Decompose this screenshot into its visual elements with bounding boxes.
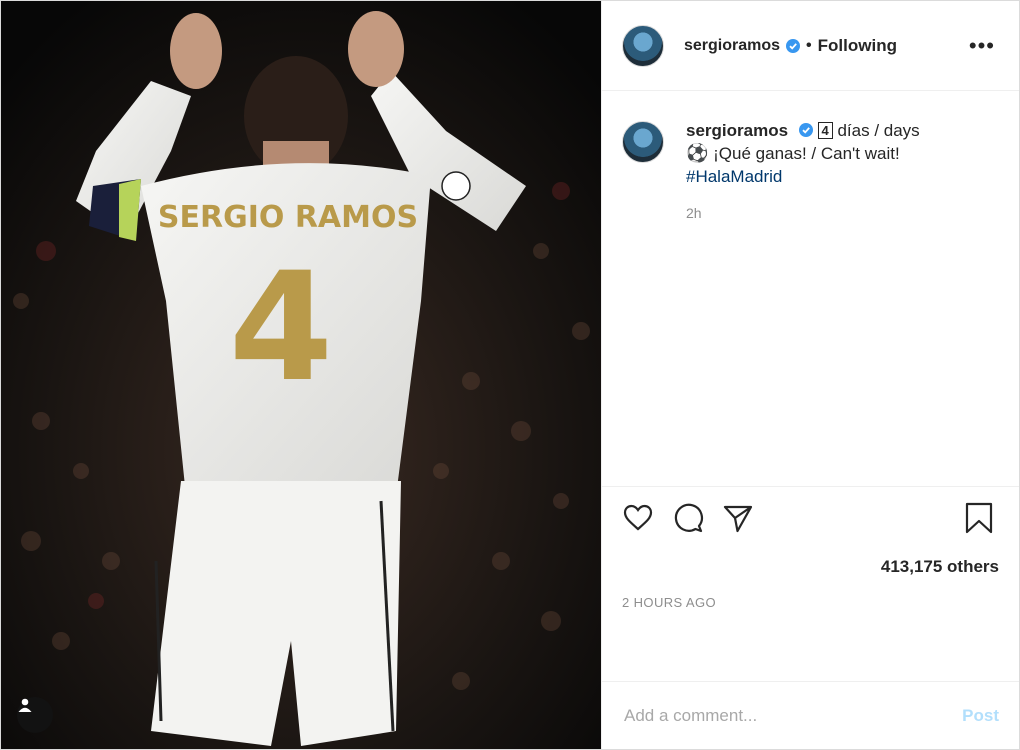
caption-line2: ¡Qué ganas! / Can't wait!	[708, 144, 900, 163]
post-actions-section: 413,175 others 2 HOURS AGO	[602, 486, 1019, 681]
post-side-panel: sergioramos • Following ••• sergioramos …	[601, 1, 1019, 749]
header-username[interactable]: sergioramos	[684, 37, 780, 55]
heart-icon[interactable]	[622, 502, 654, 534]
post-comment-button[interactable]: Post	[962, 706, 999, 726]
user-tag-icon	[18, 698, 32, 712]
keycap-four-emoji: 4	[817, 122, 833, 139]
caption-time[interactable]: 2h	[686, 202, 920, 225]
header-separator: •	[806, 36, 812, 54]
soccer-ball-emoji: ⚽	[686, 143, 709, 163]
comment-input[interactable]	[622, 704, 963, 727]
caption-body: sergioramos 4 días / days ⚽ ¡Qué ganas! …	[686, 119, 920, 486]
verified-badge-icon	[798, 123, 813, 137]
more-options-icon[interactable]: •••	[965, 29, 999, 63]
tagged-users-button[interactable]	[17, 697, 53, 733]
jersey-name: SERGIO RAMOS	[158, 200, 418, 235]
paper-plane-icon[interactable]	[722, 502, 754, 534]
likes-count[interactable]: 413,175 others	[622, 557, 999, 577]
bookmark-icon[interactable]	[963, 502, 995, 534]
avatar[interactable]	[622, 24, 664, 67]
caption-avatar[interactable]	[622, 121, 664, 163]
caption-username[interactable]: sergioramos	[686, 121, 788, 140]
verified-badge-icon	[786, 38, 801, 53]
comment-icon[interactable]	[672, 502, 704, 534]
post-header: sergioramos • Following •••	[602, 1, 1019, 91]
hashtag-link[interactable]: #HalaMadrid	[686, 167, 782, 186]
player-illustration: SERGIO RAMOS 4	[1, 1, 601, 749]
instagram-post: SERGIO RAMOS 4 sergioramos • Following •…	[0, 0, 1020, 750]
action-bar	[622, 501, 999, 535]
comment-box: Post	[602, 681, 1019, 749]
posted-ago[interactable]: 2 HOURS AGO	[622, 595, 999, 610]
post-photo[interactable]: SERGIO RAMOS 4	[1, 1, 601, 749]
caption: sergioramos 4 días / days ⚽ ¡Qué ganas! …	[602, 91, 1019, 486]
caption-line1: días / days	[832, 121, 920, 140]
jersey-number: 4	[229, 241, 333, 415]
following-button[interactable]: Following	[818, 36, 897, 56]
